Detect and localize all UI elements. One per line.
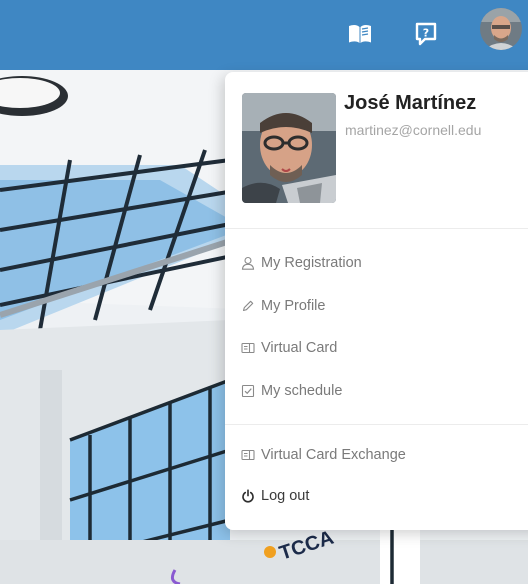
user-dropdown-menu: José Martínez martinez@cornell.edu My Re… [225,72,528,530]
pencil-icon [242,300,254,312]
menu-item-label: Virtual Card Exchange [261,447,406,463]
profile-photo [242,93,336,203]
help-chat-icon[interactable]: ? [414,21,438,47]
menu-item-my-registration[interactable]: My Registration [241,250,362,276]
card-icon [241,449,255,461]
menu-item-label: My schedule [261,383,343,399]
card-icon [241,342,255,354]
menu-divider [225,228,528,229]
calendar-check-icon [241,384,255,398]
menu-item-my-schedule[interactable]: My schedule [241,378,342,404]
book-open-icon[interactable] [347,23,373,45]
menu-item-label: My Profile [261,298,326,314]
menu-item-my-profile[interactable]: My Profile [241,293,325,319]
menu-item-label: Log out [261,488,310,504]
menu-item-label: My Registration [261,255,362,271]
power-icon [242,489,254,503]
user-icon [241,256,255,270]
user-avatar-button[interactable] [480,8,522,50]
svg-text:?: ? [423,27,429,40]
menu-divider [225,424,528,425]
avatar-photo [480,8,522,50]
menu-item-virtual-card-exchange[interactable]: Virtual Card Exchange [241,442,406,468]
user-name: José Martínez [344,92,477,114]
menu-item-log-out[interactable]: Log out [241,483,309,509]
user-email: martinez@cornell.edu [345,122,482,138]
menu-item-virtual-card[interactable]: Virtual Card [241,335,337,361]
top-navigation-bar: ? [0,0,528,70]
menu-item-label: Virtual Card [261,340,338,356]
